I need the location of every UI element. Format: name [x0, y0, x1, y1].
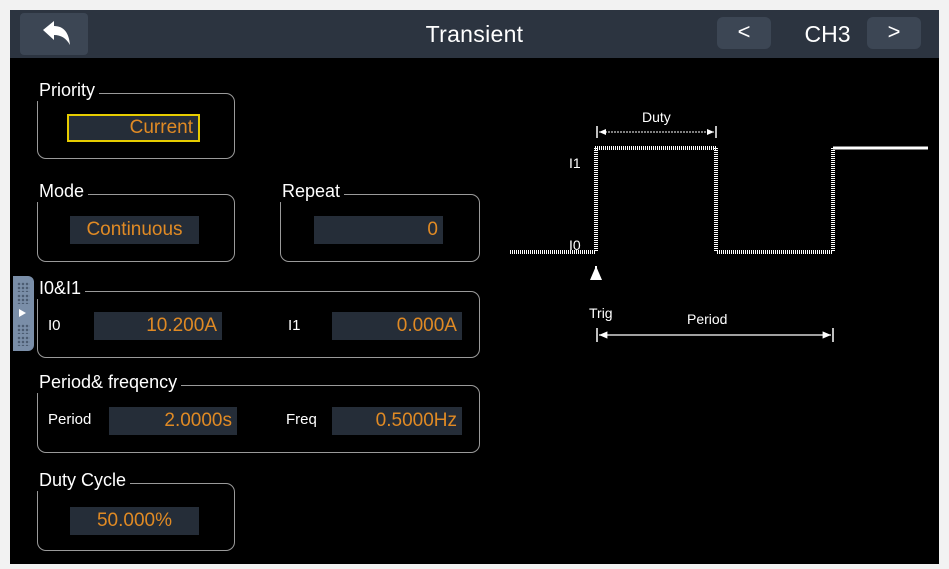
priority-group: Priority Current [36, 79, 235, 159]
transient-screen: Transient < CH3 > Priority Current Mode … [10, 10, 939, 564]
next-channel-button[interactable]: > [867, 17, 921, 49]
levels-legend: I0&I1 [36, 277, 86, 299]
grip-dots-bottom [17, 324, 30, 334]
period-label: Period [48, 411, 92, 428]
expand-panel-icon [19, 309, 26, 317]
prev-channel-button[interactable]: < [717, 17, 771, 49]
repeat-legend: Repeat [279, 180, 345, 202]
i0-field[interactable]: 10.200A [94, 312, 222, 340]
i0-label: I0 [48, 317, 61, 334]
mode-field[interactable]: Continuous [70, 216, 199, 244]
duty-cycle-field[interactable]: 50.000% [70, 507, 199, 535]
freq-label: Freq [286, 411, 317, 428]
repeat-group: Repeat 0 [279, 180, 480, 262]
grip-dots-top [17, 282, 30, 292]
transient-waveform-diagram: Duty I1 I0 Trig Period [510, 109, 928, 342]
grip-dots-mid [17, 294, 30, 304]
duty-cycle-legend: Duty Cycle [36, 469, 131, 491]
i1-field[interactable]: 0.000A [332, 312, 462, 340]
i1-label: I1 [288, 317, 301, 334]
i1-level-label: I1 [569, 155, 581, 171]
mode-legend: Mode [36, 180, 89, 202]
period-freq-legend: Period& freqency [36, 371, 182, 393]
priority-legend: Priority [36, 79, 100, 101]
levels-group: I0&I1 I0 10.200A I1 0.000A [36, 277, 480, 358]
channel-label: CH3 [804, 21, 851, 47]
period-field[interactable]: 2.0000s [109, 407, 237, 435]
priority-field[interactable]: Current [67, 114, 200, 142]
freq-field[interactable]: 0.5000Hz [332, 407, 462, 435]
duty-label: Duty [642, 109, 671, 125]
title-bar: Transient < CH3 > [10, 10, 939, 58]
i0-level-label: I0 [569, 237, 581, 253]
duty-cycle-group: Duty Cycle 50.000% [36, 469, 235, 551]
period-freq-group: Period& freqency Period 2.0000s Freq 0.5… [36, 371, 480, 453]
repeat-field[interactable]: 0 [314, 216, 443, 244]
trig-label: Trig [589, 305, 613, 321]
side-panel-tab[interactable] [13, 276, 34, 351]
grip-dots-bottom2 [17, 336, 30, 346]
mode-group: Mode Continuous [36, 180, 235, 262]
period-label: Period [687, 311, 727, 327]
